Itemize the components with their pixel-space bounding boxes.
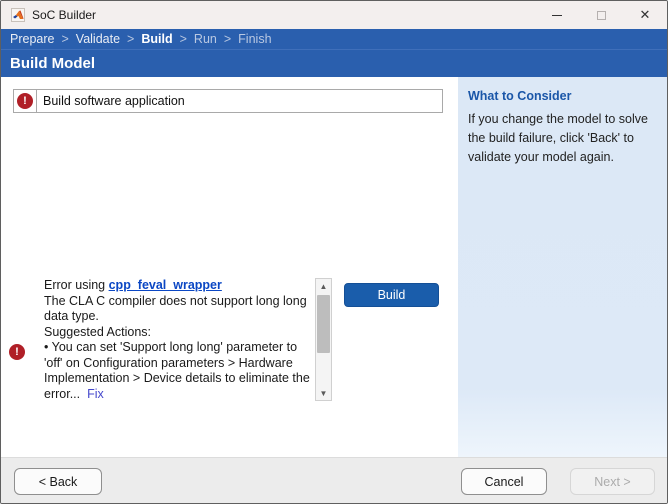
- back-button[interactable]: < Back: [14, 468, 102, 495]
- page-title: Build Model: [1, 50, 667, 77]
- minimize-icon: [552, 15, 562, 16]
- error-prefix: Error using: [44, 278, 109, 292]
- breadcrumb-separator: >: [224, 32, 231, 46]
- scrollbar-thumb[interactable]: [317, 295, 330, 353]
- task-label: Build software application: [37, 89, 443, 113]
- step-prepare[interactable]: Prepare: [10, 32, 54, 46]
- cancel-button[interactable]: Cancel: [461, 468, 547, 495]
- scrollbar-track[interactable]: [316, 293, 331, 386]
- build-button[interactable]: Build: [344, 283, 439, 307]
- error-scrollbar[interactable]: ▲ ▼: [315, 278, 332, 401]
- fix-link[interactable]: Fix: [87, 387, 104, 401]
- main-panel: ! Build software application ! Error usi…: [1, 77, 458, 457]
- close-button[interactable]: ✕: [623, 1, 667, 29]
- minimize-button[interactable]: [535, 1, 579, 29]
- step-run: Run: [194, 32, 217, 46]
- maximize-icon: [597, 11, 606, 20]
- footer-bar: < Back Cancel Next >: [1, 457, 667, 503]
- soc-builder-window: SoC Builder ✕ Prepare > Validate > Build…: [0, 0, 668, 504]
- task-status-cell: !: [13, 89, 37, 113]
- maximize-button: [579, 1, 623, 29]
- error-message-box: Error using cpp_feval_wrapper The CLA C …: [44, 278, 332, 401]
- error-icon: !: [17, 93, 33, 109]
- what-to-consider-panel: What to Consider If you change the model…: [458, 77, 667, 457]
- step-build[interactable]: Build: [141, 32, 172, 46]
- scroll-down-icon[interactable]: ▼: [316, 386, 331, 400]
- error-body: The CLA C compiler does not support long…: [44, 294, 313, 401]
- window-controls: ✕: [535, 1, 667, 29]
- title-bar: SoC Builder ✕: [1, 1, 667, 29]
- matlab-icon: [10, 7, 26, 23]
- sidebar-heading: What to Consider: [468, 89, 655, 103]
- error-source-link[interactable]: cpp_feval_wrapper: [109, 278, 222, 292]
- next-button: Next >: [570, 468, 655, 495]
- window-title: SoC Builder: [32, 8, 96, 22]
- error-icon: !: [9, 344, 25, 360]
- breadcrumb-separator: >: [180, 32, 187, 46]
- body: ! Build software application ! Error usi…: [1, 77, 667, 457]
- breadcrumb-separator: >: [127, 32, 134, 46]
- breadcrumb-separator: >: [61, 32, 68, 46]
- breadcrumb: Prepare > Validate > Build > Run > Finis…: [1, 29, 667, 50]
- sidebar-text: If you change the model to solve the bui…: [468, 110, 655, 166]
- build-task-row[interactable]: ! Build software application: [13, 89, 443, 113]
- step-finish: Finish: [238, 32, 271, 46]
- error-message-text: Error using cpp_feval_wrapper The CLA C …: [44, 278, 312, 401]
- step-validate[interactable]: Validate: [76, 32, 120, 46]
- scroll-up-icon[interactable]: ▲: [316, 279, 331, 293]
